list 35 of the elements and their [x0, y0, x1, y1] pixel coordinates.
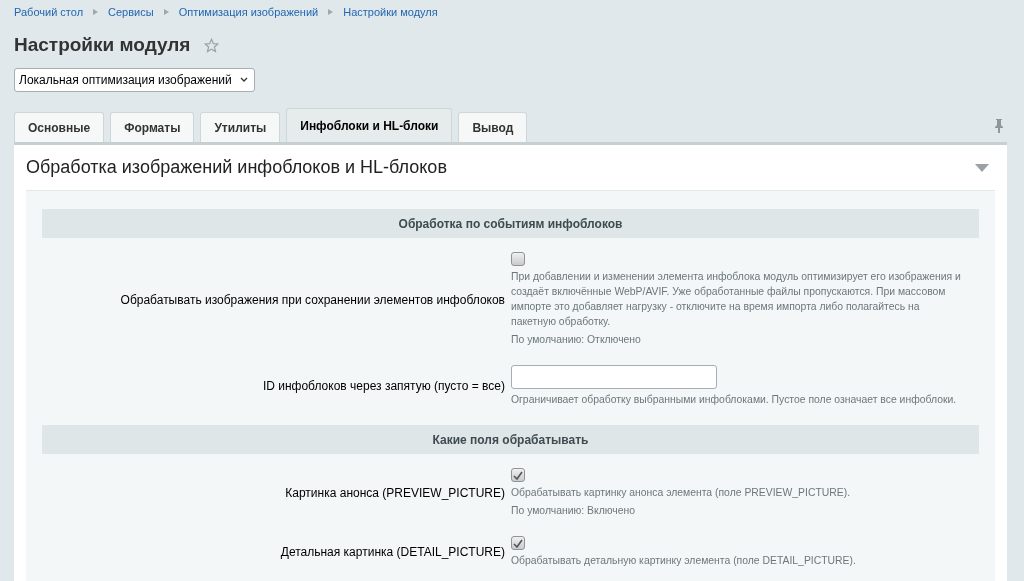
star-icon[interactable]: [204, 37, 220, 53]
breadcrumb-link[interactable]: Сервисы: [108, 6, 154, 18]
chevron-icon: [163, 9, 169, 15]
collapse-icon[interactable]: [975, 163, 989, 172]
tab[interactable]: Форматы: [110, 112, 195, 142]
tab[interactable]: Утилиты: [200, 112, 281, 142]
section-header: Какие поля обрабатывать: [42, 425, 979, 454]
field-hint: Ограничивает обработку выбранными инфоблоками. Пустое поле означает все инфоблоки.: [511, 393, 957, 407]
field-hint: Обрабатывать картинку анонса элемента (поле PREVIEW_PICTURE).: [511, 486, 851, 500]
section-header: Обработка по событиям инфоблоков: [42, 209, 979, 238]
checkbox[interactable]: [511, 536, 525, 550]
field-hint: Обрабатывать детальную картинку элемента (поле DETAIL_PICTURE).: [511, 554, 856, 568]
page-title: Настройки модуля: [14, 34, 191, 56]
field-label: ID инфоблоков через запятую (пусто = все): [261, 379, 505, 393]
field-label: Обрабатывать изображения при сохранении элементов инфоблоков: [119, 292, 505, 307]
module-select[interactable]: Локальная оптимизация изображений: [14, 68, 255, 92]
breadcrumb-link[interactable]: Настройки модуля: [343, 6, 438, 18]
checkbox[interactable]: [511, 468, 525, 482]
field-label: Картинка анонса (PREVIEW_PICTURE): [284, 486, 505, 500]
tab[interactable]: Основные: [14, 112, 105, 142]
chevron-icon: [93, 9, 99, 15]
tab[interactable]: Инфоблоки и HL-блоки: [286, 108, 453, 142]
caret-icon: [239, 77, 248, 83]
default-value: По умолчанию: Отключено: [511, 333, 641, 347]
input-field[interactable]: [511, 365, 717, 389]
pin-icon[interactable]: [994, 118, 1004, 134]
field-label: Детальная картинка (DETAIL_PICTURE): [279, 545, 505, 559]
panel-title: Обработка изображений инфоблоков и HL-блоков: [26, 157, 447, 178]
breadcrumb-link[interactable]: Оптимизация изображений: [178, 6, 319, 18]
chevron-icon: [328, 9, 334, 15]
breadcrumb-link[interactable]: Рабочий стол: [14, 6, 84, 18]
field-hint: При добавлении и изменении элемента инфоблока модуль оптимизирует его изображения и создаёт включённые WebP/AVIF. Уже обработанные файлы пропускаются. При массовом импорте это добавляет нагрузку - отключите на время импорта либо полагайтесь на пакетную обработку.: [511, 270, 962, 329]
checkbox[interactable]: [511, 252, 525, 266]
tab[interactable]: Вывод: [458, 112, 528, 142]
default-value: По умолчанию: Включено: [511, 504, 635, 518]
